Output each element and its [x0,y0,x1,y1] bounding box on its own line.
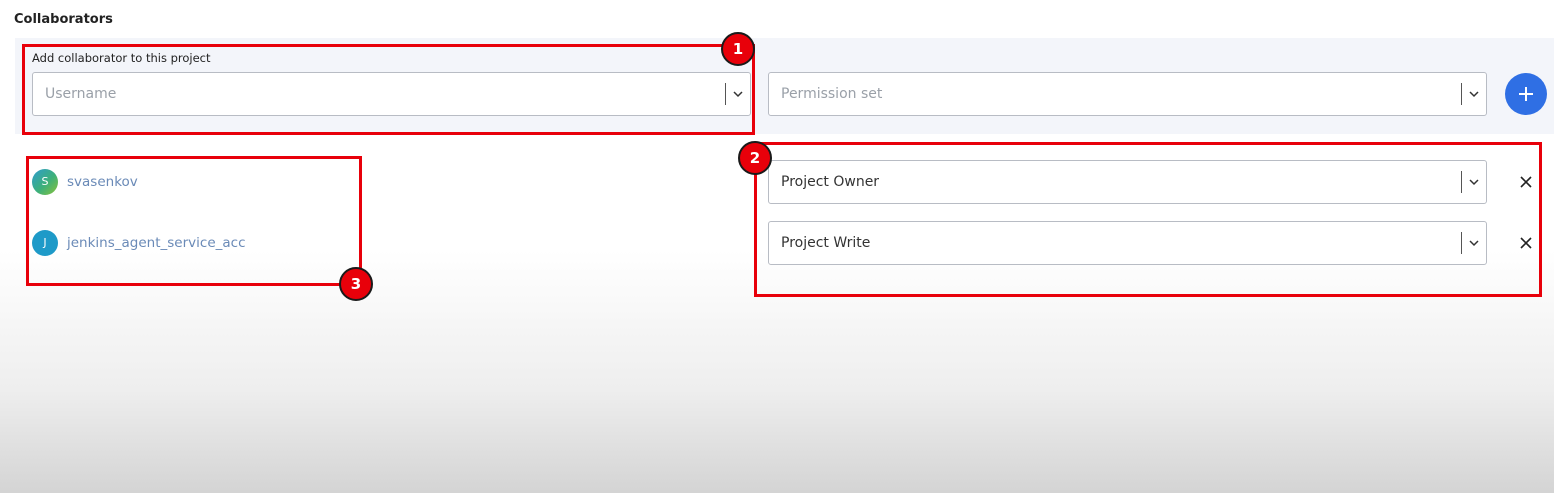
plus-icon [1519,87,1533,101]
annotation-box-2 [754,142,1542,297]
add-collaborator-button[interactable] [1505,73,1547,115]
section-title: Collaborators [14,12,113,27]
annotation-badge-3: 3 [339,267,373,301]
chevron-down-icon[interactable] [1468,88,1480,100]
select-separator [1461,83,1462,105]
permission-set-placeholder: Permission set [781,86,883,102]
annotation-badge-2: 2 [738,141,772,175]
annotation-box-1 [22,44,755,135]
annotation-box-3 [26,156,362,286]
permission-set-select[interactable]: Permission set [768,72,1487,116]
annotation-badge-1: 1 [721,32,755,66]
